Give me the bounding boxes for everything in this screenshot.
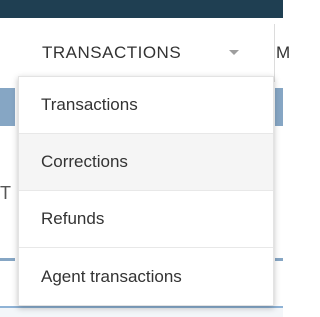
background-panel-left	[0, 88, 15, 126]
background-text-fragment: T	[0, 183, 11, 203]
background-panel-right	[275, 88, 283, 126]
tab-transactions-label: TRANSACTIONS	[42, 43, 182, 62]
background-bar-right	[275, 258, 283, 261]
app-top-bar	[0, 0, 283, 18]
caret-down-icon	[229, 50, 239, 55]
menu-item-refunds[interactable]: Refunds	[19, 191, 273, 248]
background-bottom-strip	[0, 308, 283, 317]
transactions-dropdown-menu: Transactions Corrections Refunds Agent t…	[18, 76, 274, 306]
menu-item-corrections[interactable]: Corrections	[19, 134, 273, 191]
menu-item-agent-transactions[interactable]: Agent transactions	[19, 248, 273, 305]
background-bar-left	[0, 258, 15, 261]
tab-next-partial[interactable]: M	[274, 18, 296, 88]
menu-item-transactions[interactable]: Transactions	[19, 77, 273, 134]
